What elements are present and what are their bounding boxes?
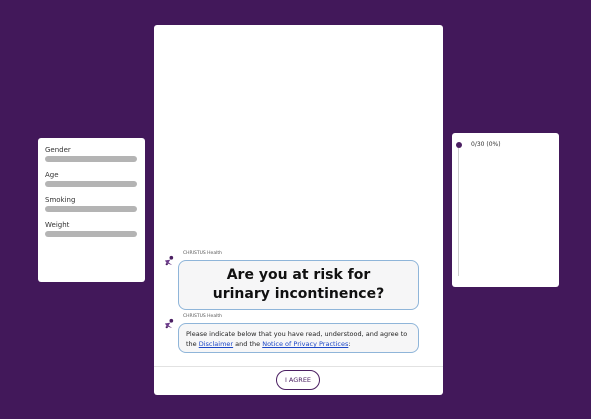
profile-bar-smoking [45,206,137,212]
profile-bar-weight [45,231,137,237]
christus-logo-icon [164,255,174,266]
profile-field-weight: Weight [45,221,138,237]
profile-label-age: Age [45,171,59,179]
consent-bubble: Please indicate below that you have read… [178,323,419,353]
profile-field-smoking: Smoking [45,196,138,212]
profile-label-smoking: Smoking [45,196,76,204]
privacy-practices-link[interactable]: Notice of Privacy Practices [262,340,348,348]
christus-logo-icon [164,318,174,329]
progress-text: 0/30 (0%) [471,141,501,148]
consent-text-middle: and the [233,340,263,348]
title-bubble: Are you at risk for urinary incontinence… [178,260,419,310]
profile-field-gender: Gender [45,146,138,162]
disclaimer-link[interactable]: Disclaimer [199,340,233,348]
chat-panel: CHRISTUS Health Are you at risk for urin… [154,25,443,395]
profile-bar-age [45,181,137,187]
progress-dot-icon [456,142,462,148]
sender-name: CHRISTUS Health [183,251,222,256]
sender-name: CHRISTUS Health [183,314,222,319]
profile-card: Gender Age Smoking Weight [38,138,145,282]
profile-label-gender: Gender [45,146,71,154]
profile-bar-gender [45,156,137,162]
consent-text-after: : [348,340,351,348]
progress-track [458,148,459,276]
agree-button[interactable]: I AGREE [276,370,320,390]
footer-divider [154,366,443,367]
profile-field-age: Age [45,171,138,187]
quiz-title: Are you at risk for urinary incontinence… [212,267,385,302]
profile-label-weight: Weight [45,221,70,229]
progress-card: 0/30 (0%) [452,133,559,287]
